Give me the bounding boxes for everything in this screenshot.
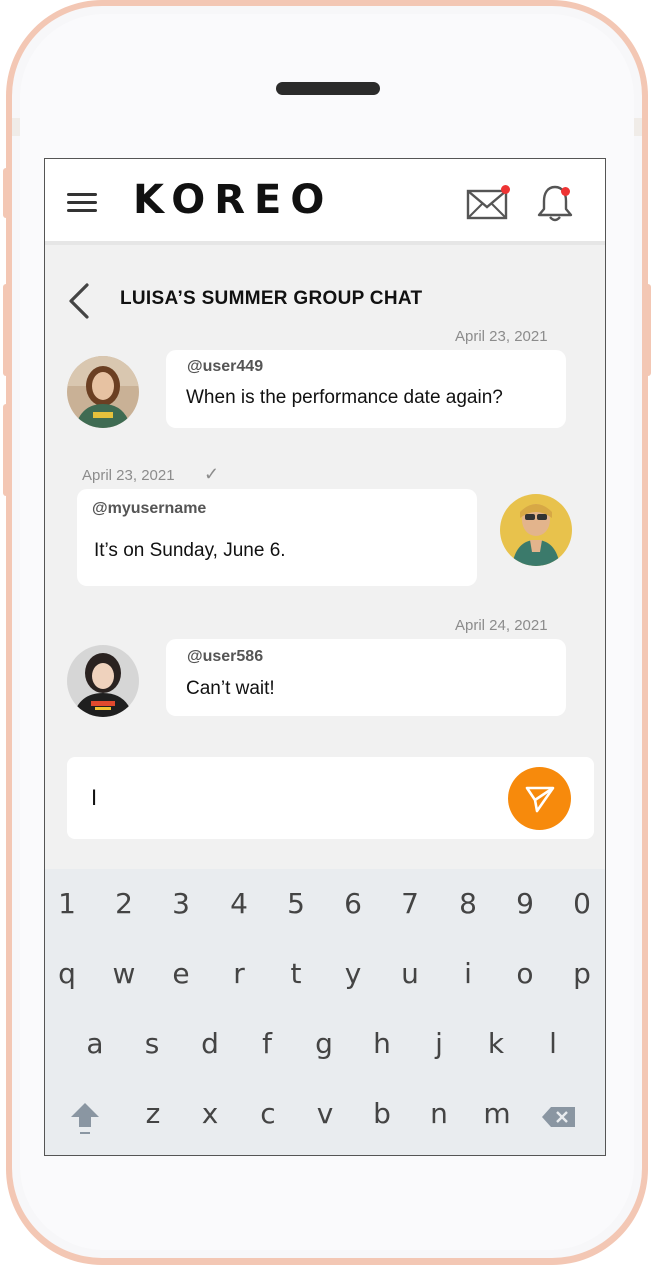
- key-s[interactable]: s: [132, 1027, 172, 1060]
- message-bubble: @user449 When is the performance date ag…: [166, 350, 566, 428]
- chevron-left-icon[interactable]: [67, 283, 91, 319]
- on-screen-keyboard: 1 2 3 4 5 6 7 8 9 0 q w e r t y u i o p …: [45, 869, 605, 1155]
- message-text: Can’t wait!: [186, 678, 275, 699]
- key-x[interactable]: x: [190, 1097, 230, 1130]
- message-bubble: @user586 Can’t wait!: [166, 639, 566, 716]
- key-z[interactable]: z: [133, 1097, 173, 1130]
- key-h[interactable]: h: [362, 1027, 402, 1060]
- keyboard-row-asdf: a s d f g h j k l: [45, 1027, 605, 1067]
- key-v[interactable]: v: [305, 1097, 345, 1130]
- message-text: When is the performance date again?: [186, 387, 503, 408]
- key-8[interactable]: 8: [448, 887, 488, 920]
- avatar-user449[interactable]: [67, 356, 139, 428]
- key-i[interactable]: i: [448, 957, 488, 990]
- shift-arrow-icon[interactable]: [65, 1101, 105, 1144]
- keyboard-row-zxcv: z x c v b n m: [45, 1097, 605, 1137]
- key-k[interactable]: k: [476, 1027, 516, 1060]
- message-bubble-own: @myusername It’s on Sunday, June 6.: [77, 489, 477, 586]
- key-o[interactable]: o: [505, 957, 545, 990]
- message-input[interactable]: I: [67, 757, 594, 839]
- key-e[interactable]: e: [161, 957, 201, 990]
- key-g[interactable]: g: [304, 1027, 344, 1060]
- avatar-myusername[interactable]: [500, 494, 572, 566]
- bell-notification-dot: [561, 187, 570, 196]
- key-l[interactable]: l: [533, 1027, 573, 1060]
- key-3[interactable]: 3: [161, 887, 201, 920]
- key-y[interactable]: y: [333, 957, 373, 990]
- key-5[interactable]: 5: [276, 887, 316, 920]
- keyboard-row-numbers: 1 2 3 4 5 6 7 8 9 0: [45, 887, 605, 927]
- keyboard-row-qwerty: q w e r t y u i o p: [45, 957, 605, 997]
- top-bar: KOREO: [45, 159, 605, 245]
- message-username[interactable]: @myusername: [92, 500, 206, 518]
- key-c[interactable]: c: [248, 1097, 288, 1130]
- message-username[interactable]: @user586: [187, 648, 263, 666]
- key-b[interactable]: b: [362, 1097, 402, 1130]
- key-2[interactable]: 2: [104, 887, 144, 920]
- key-4[interactable]: 4: [219, 887, 259, 920]
- key-m[interactable]: m: [477, 1097, 517, 1130]
- key-f[interactable]: f: [247, 1027, 287, 1060]
- app-screen: KOREO LUISA’S SUMMER GROUP CHAT April 23…: [44, 158, 606, 1156]
- key-d[interactable]: d: [190, 1027, 230, 1060]
- key-q[interactable]: q: [47, 957, 87, 990]
- chat-title: LUISA’S SUMMER GROUP CHAT: [120, 288, 423, 309]
- key-0[interactable]: 0: [562, 887, 602, 920]
- send-button[interactable]: [508, 767, 571, 830]
- key-u[interactable]: u: [390, 957, 430, 990]
- key-1[interactable]: 1: [47, 887, 87, 920]
- bell-icon[interactable]: [535, 183, 575, 223]
- phone-speaker: [276, 82, 380, 95]
- backspace-icon[interactable]: [539, 1103, 579, 1136]
- paper-plane-icon: [525, 786, 554, 812]
- key-9[interactable]: 9: [505, 887, 545, 920]
- hamburger-menu-icon[interactable]: [67, 193, 97, 213]
- message-input-text[interactable]: I: [91, 785, 97, 811]
- read-checkmark-icon: ✓: [204, 464, 220, 484]
- key-a[interactable]: a: [75, 1027, 115, 1060]
- mail-notification-dot: [501, 185, 510, 194]
- key-p[interactable]: p: [562, 957, 602, 990]
- message-text: It’s on Sunday, June 6.: [94, 540, 286, 561]
- key-n[interactable]: n: [419, 1097, 459, 1130]
- envelope-icon[interactable]: [466, 185, 510, 221]
- message-username[interactable]: @user449: [187, 358, 263, 376]
- key-t[interactable]: t: [276, 957, 316, 990]
- message-timestamp: April 23, 2021: [82, 467, 175, 484]
- message-timestamp: April 24, 2021: [455, 617, 548, 634]
- message-timestamp: April 23, 2021: [455, 328, 548, 345]
- key-w[interactable]: w: [104, 957, 144, 990]
- key-j[interactable]: j: [419, 1027, 459, 1060]
- key-6[interactable]: 6: [333, 887, 373, 920]
- key-r[interactable]: r: [219, 957, 259, 990]
- avatar-user586[interactable]: [67, 645, 139, 717]
- app-logo: KOREO: [133, 177, 334, 223]
- key-7[interactable]: 7: [390, 887, 430, 920]
